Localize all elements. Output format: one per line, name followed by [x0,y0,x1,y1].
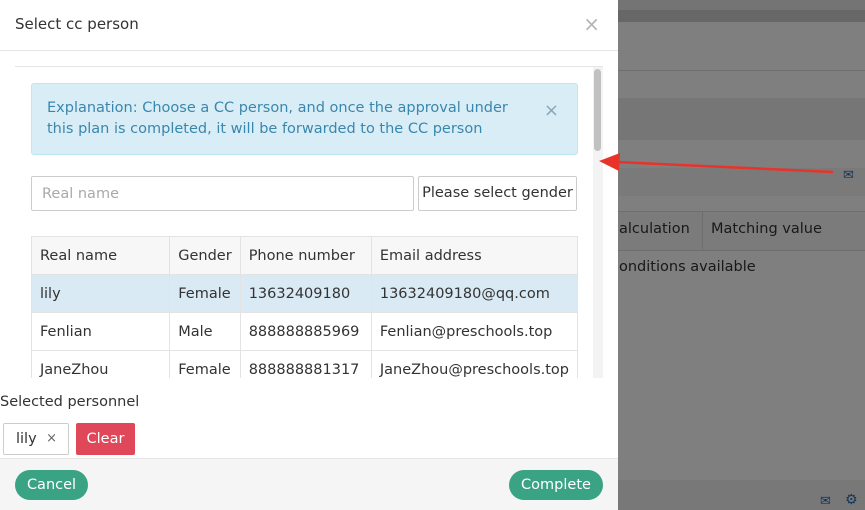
arrow-annotation [599,153,834,174]
arrow-line [615,160,834,174]
arrow-head [599,153,620,171]
